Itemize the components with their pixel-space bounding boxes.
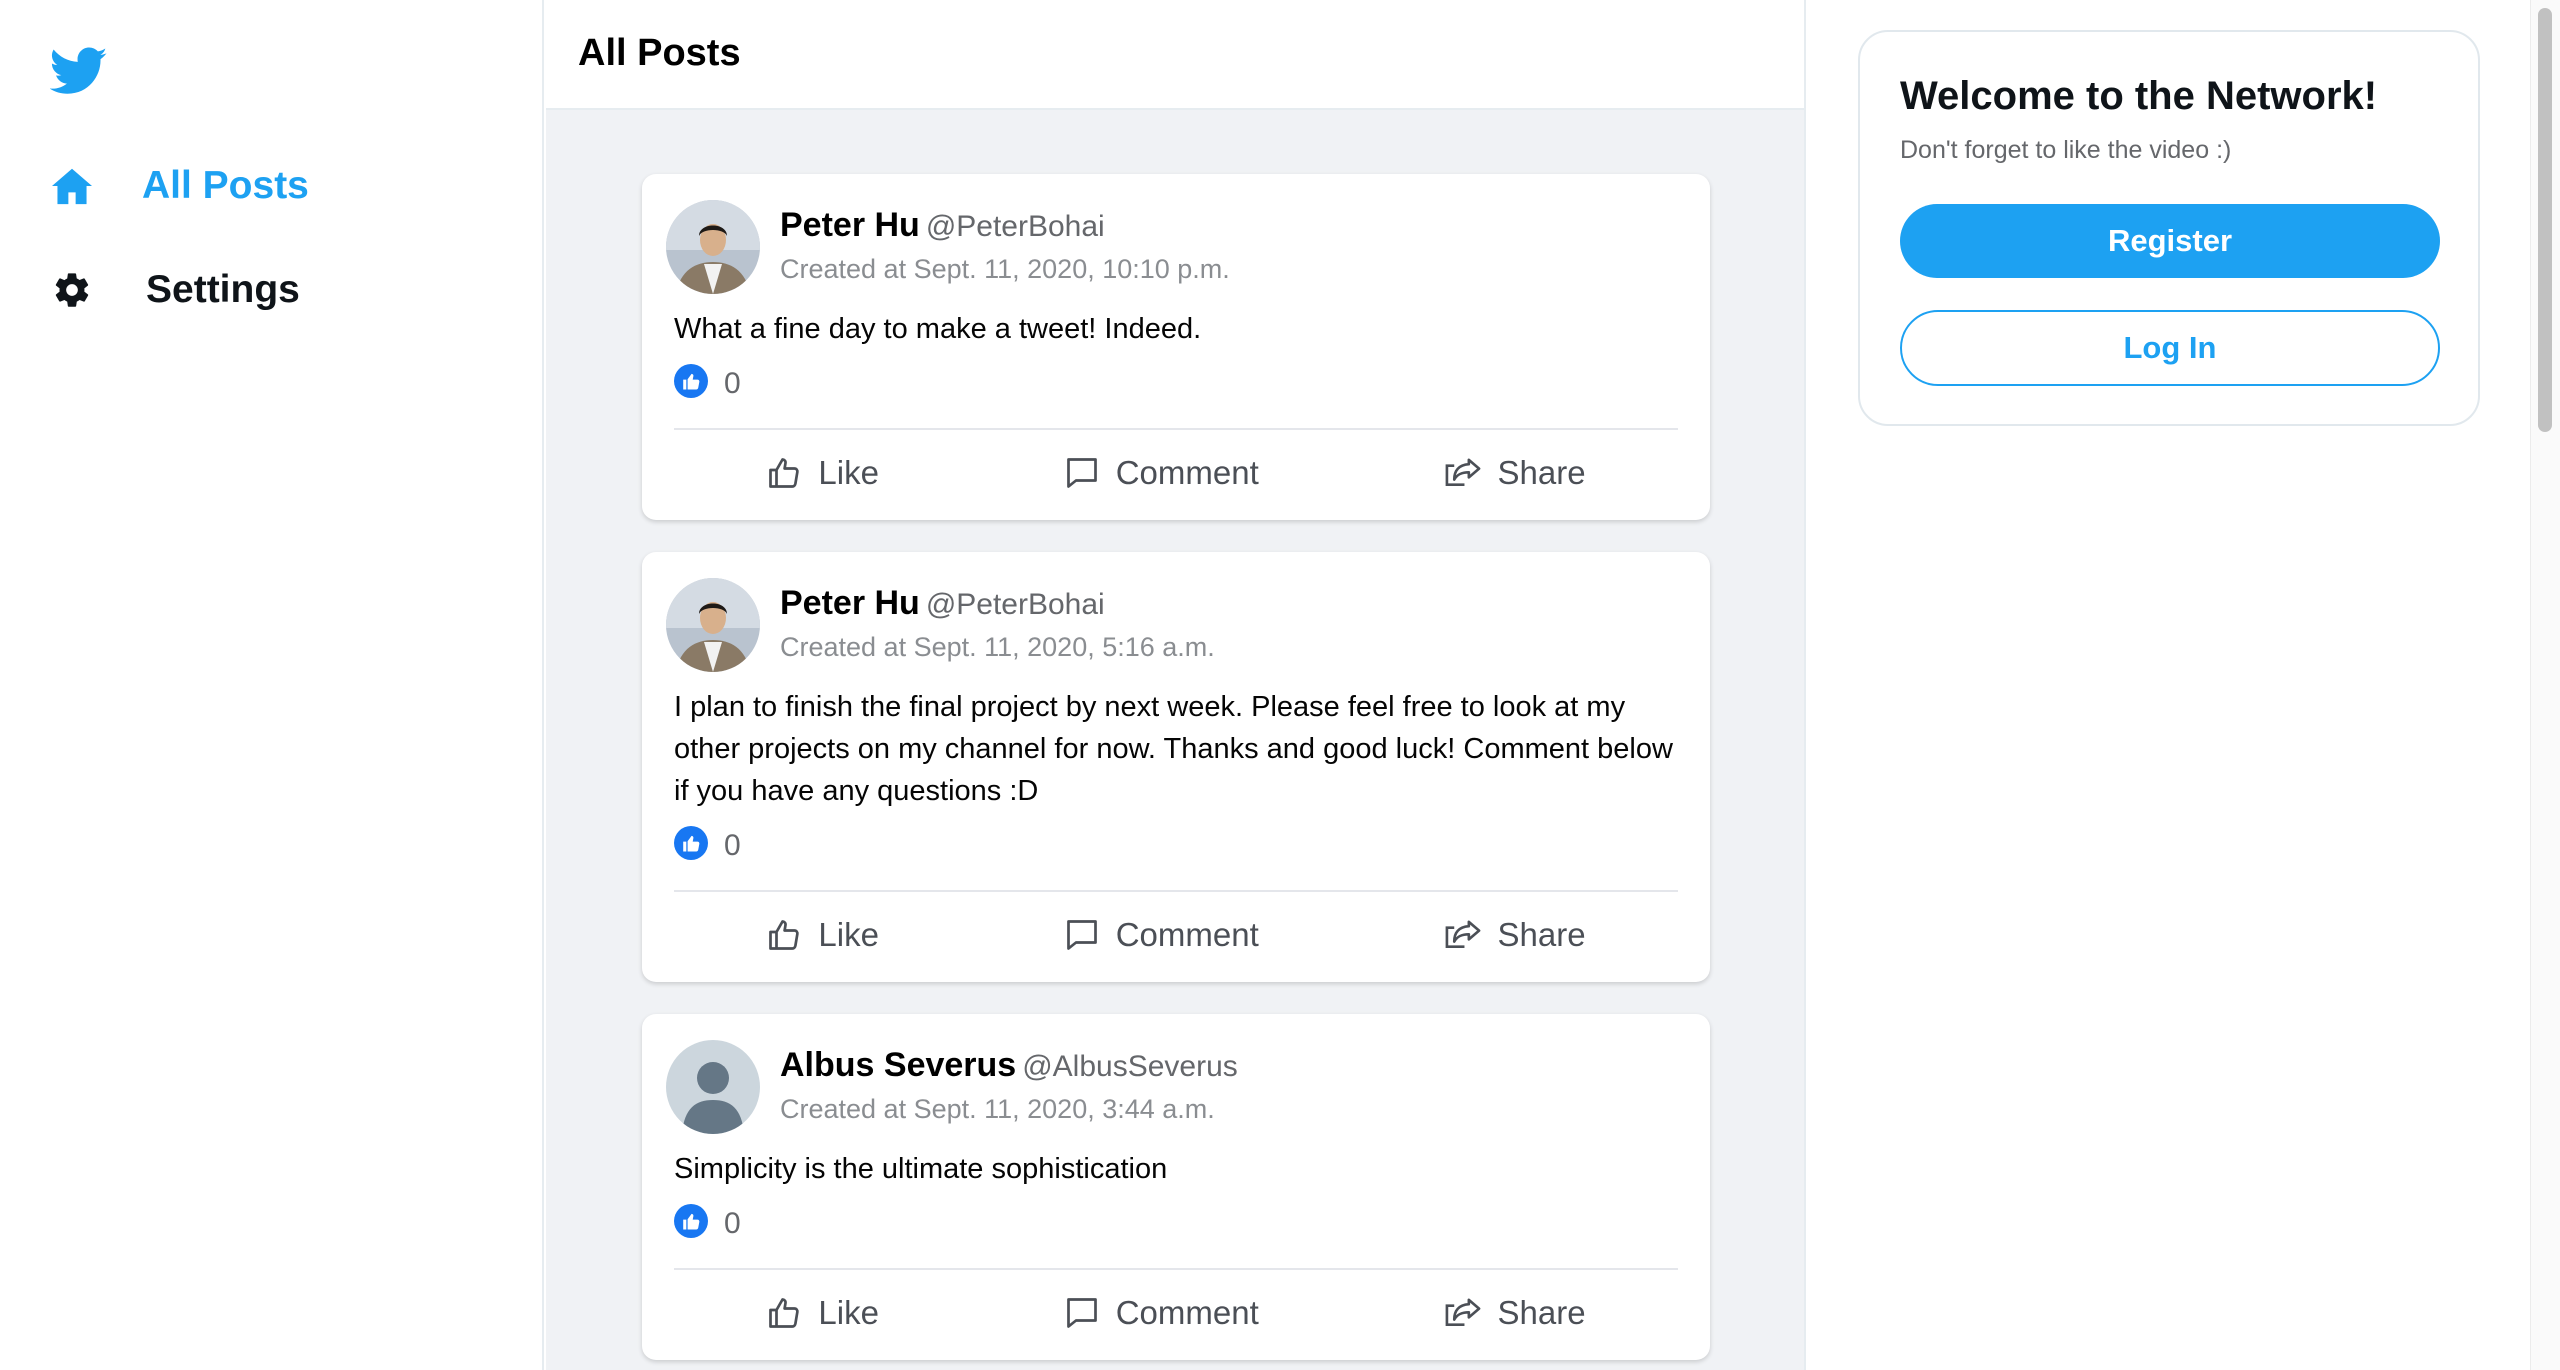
- welcome-title: Welcome to the Network!: [1900, 74, 2378, 118]
- post-timestamp: Created at Sept. 11, 2020, 5:16 a.m.: [780, 632, 1215, 662]
- author-name[interactable]: Albus Severus: [780, 1046, 1016, 1084]
- likes-count: 0: [724, 828, 741, 862]
- like-badge-icon: [674, 364, 708, 403]
- author-handle[interactable]: @PeterBohai: [926, 588, 1105, 621]
- page-title: All Posts: [578, 32, 741, 74]
- home-icon: [50, 164, 94, 208]
- share-button[interactable]: Share: [1444, 1294, 1586, 1332]
- share-label: Share: [1497, 916, 1586, 953]
- author-handle[interactable]: @PeterBohai: [926, 210, 1105, 243]
- nav-item-label: All Posts: [142, 164, 309, 207]
- comment-button[interactable]: Comment: [1064, 454, 1259, 492]
- share-icon: [1445, 458, 1480, 487]
- post-timestamp: Created at Sept. 11, 2020, 10:10 p.m.: [780, 254, 1230, 284]
- nav-item-label: Settings: [146, 268, 300, 311]
- share-button[interactable]: Share: [1444, 454, 1586, 492]
- gear-icon: [50, 268, 94, 312]
- post-body: Simplicity is the ultimate sophisticatio…: [674, 1153, 1168, 1185]
- feed-header: All Posts: [546, 0, 1804, 110]
- like-button[interactable]: Like: [766, 454, 879, 492]
- author-line: Peter Hu @PeterBohai: [780, 584, 1105, 623]
- comment-icon: [1066, 1298, 1097, 1328]
- author-handle[interactable]: @AlbusSeverus: [1022, 1050, 1238, 1083]
- post-actions: Like Comment Share: [674, 1270, 1678, 1356]
- share-button[interactable]: Share: [1444, 916, 1586, 954]
- avatar[interactable]: [666, 200, 760, 294]
- author-name[interactable]: Peter Hu: [780, 206, 920, 244]
- login-button[interactable]: Log In: [1900, 310, 2440, 386]
- welcome-card: Welcome to the Network! Don't forget to …: [1858, 30, 2480, 426]
- twitter-bird-icon[interactable]: [49, 42, 108, 100]
- comment-button[interactable]: Comment: [1064, 1294, 1259, 1332]
- left-sidebar: All Posts Settings: [0, 0, 544, 1370]
- post-card: Albus Severus @AlbusSeverus Created at Se…: [642, 1014, 1710, 1360]
- post-card: Peter Hu @PeterBohai Created at Sept. 11,…: [642, 552, 1710, 982]
- share-label: Share: [1497, 454, 1586, 491]
- share-label: Share: [1497, 1294, 1586, 1331]
- avatar[interactable]: [666, 578, 760, 672]
- likes-count: 0: [724, 366, 741, 400]
- author-line: Peter Hu @PeterBohai: [780, 206, 1105, 245]
- thumbs-up-icon: [769, 920, 800, 950]
- right-sidebar: Welcome to the Network! Don't forget to …: [1808, 0, 2528, 1370]
- author-line: Albus Severus @AlbusSeverus: [780, 1046, 1238, 1085]
- post-card: Peter Hu @PeterBohai Created at Sept. 11,…: [642, 174, 1710, 520]
- thumbs-up-icon: [769, 1298, 800, 1328]
- share-icon: [1445, 1298, 1480, 1327]
- default-avatar-icon: [666, 1040, 760, 1134]
- nav-item-settings[interactable]: Settings: [50, 268, 300, 312]
- like-label: Like: [818, 454, 879, 491]
- like-badge-icon: [674, 826, 708, 865]
- feed-column: All Posts Peter Hu @PeterBohai Created at…: [546, 0, 1806, 1370]
- comment-label: Comment: [1115, 454, 1259, 491]
- thumbs-up-icon: [769, 458, 800, 488]
- post-actions: Like Comment Share: [674, 892, 1678, 978]
- post-actions: Like Comment Share: [674, 430, 1678, 516]
- comment-label: Comment: [1115, 916, 1259, 953]
- comment-icon: [1066, 920, 1097, 950]
- like-label: Like: [818, 1294, 879, 1331]
- scrollbar-thumb[interactable]: [2538, 8, 2552, 432]
- like-button[interactable]: Like: [766, 916, 879, 954]
- post-body: I plan to finish the final project by ne…: [674, 691, 1673, 807]
- like-button[interactable]: Like: [766, 1294, 879, 1332]
- likes-summary: 0: [674, 826, 741, 865]
- like-label: Like: [818, 916, 879, 953]
- comment-button[interactable]: Comment: [1064, 916, 1259, 954]
- likes-summary: 0: [674, 1204, 741, 1243]
- avatar[interactable]: [666, 1040, 760, 1134]
- comment-label: Comment: [1115, 1294, 1259, 1331]
- welcome-subtitle: Don't forget to like the video :): [1900, 136, 2232, 164]
- nav-item-all-posts[interactable]: All Posts: [50, 164, 309, 208]
- author-name[interactable]: Peter Hu: [780, 584, 920, 622]
- register-button[interactable]: Register: [1900, 204, 2440, 278]
- likes-summary: 0: [674, 364, 741, 403]
- comment-icon: [1066, 458, 1097, 488]
- post-body: What a fine day to make a tweet! Indeed.: [674, 313, 1202, 345]
- share-icon: [1445, 920, 1480, 949]
- like-badge-icon: [674, 1204, 708, 1243]
- likes-count: 0: [724, 1206, 741, 1240]
- post-timestamp: Created at Sept. 11, 2020, 3:44 a.m.: [780, 1094, 1215, 1124]
